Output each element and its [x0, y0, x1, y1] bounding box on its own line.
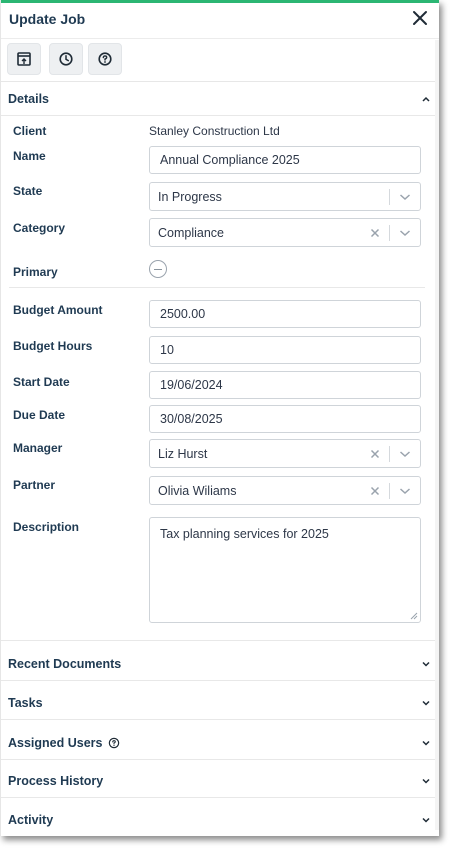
- divider: [1, 719, 439, 720]
- manager-select[interactable]: Liz Hurst: [149, 439, 421, 468]
- description-label: Description: [13, 520, 80, 534]
- chevron-down-icon: [422, 778, 430, 784]
- select-divider: [389, 483, 390, 499]
- panel-title: Update Job: [9, 11, 86, 27]
- divider: [1, 680, 439, 681]
- section-assigned-users-header[interactable]: Assigned Users: [1, 727, 439, 759]
- start-date-input[interactable]: 19/06/2024: [149, 371, 421, 399]
- client-value: Stanley Construction Ltd: [149, 124, 280, 138]
- clear-icon[interactable]: [370, 486, 380, 496]
- primary-label: Primary: [13, 265, 58, 279]
- section-recent-documents-title: Recent Documents: [8, 657, 122, 671]
- update-job-panel: Update Job Details Client Stanley Constr…: [0, 0, 439, 836]
- chevron-down-icon[interactable]: [399, 450, 411, 458]
- state-label: State: [13, 184, 43, 198]
- panel-header: Update Job: [1, 3, 439, 39]
- chevron-down-icon: [422, 661, 430, 667]
- divider: [9, 287, 425, 288]
- divider: [1, 640, 439, 641]
- select-divider: [389, 446, 390, 462]
- toolbar: [1, 39, 439, 82]
- select-divider: [389, 225, 390, 241]
- primary-toggle[interactable]: [149, 260, 167, 278]
- partner-label: Partner: [13, 478, 56, 492]
- section-activity-title: Activity: [8, 813, 54, 827]
- section-assigned-users-title: Assigned Users: [8, 736, 103, 750]
- section-recent-documents-header[interactable]: Recent Documents: [1, 648, 439, 680]
- manager-value: Liz Hurst: [158, 447, 208, 461]
- help-icon[interactable]: [108, 737, 120, 749]
- divider: [1, 115, 439, 116]
- chevron-down-icon[interactable]: [399, 487, 411, 495]
- section-details-header[interactable]: Details: [1, 83, 439, 115]
- open-external-button[interactable]: [7, 43, 41, 75]
- chevron-down-icon[interactable]: [399, 193, 411, 201]
- scrollbar[interactable]: [435, 40, 439, 830]
- state-select[interactable]: In Progress: [149, 182, 421, 211]
- partner-select[interactable]: Olivia Wiliams: [149, 476, 421, 505]
- select-divider: [389, 189, 390, 205]
- name-input[interactable]: Annual Compliance 2025: [149, 146, 421, 174]
- description-textarea[interactable]: Tax planning services for 2025: [149, 517, 421, 623]
- section-tasks-header[interactable]: Tasks: [1, 687, 439, 719]
- budget-hours-label: Budget Hours: [13, 339, 93, 353]
- partner-value: Olivia Wiliams: [158, 484, 237, 498]
- clear-icon[interactable]: [370, 228, 380, 238]
- section-tasks-title: Tasks: [8, 696, 43, 710]
- section-details-title: Details: [8, 92, 49, 106]
- section-process-history-header[interactable]: Process History: [1, 765, 439, 797]
- budget-amount-value: 2500.00: [160, 307, 206, 321]
- budget-hours-input[interactable]: 10: [149, 336, 421, 364]
- category-value: Compliance: [158, 226, 225, 240]
- divider: [1, 797, 439, 798]
- budget-amount-input[interactable]: 2500.00: [149, 300, 421, 328]
- name-value: Annual Compliance 2025: [160, 153, 300, 167]
- divider: [1, 759, 439, 760]
- help-button[interactable]: [88, 43, 122, 75]
- chevron-up-icon: [422, 96, 430, 102]
- client-label: Client: [13, 124, 47, 138]
- budget-hours-value: 10: [160, 343, 174, 357]
- chevron-down-icon: [422, 740, 430, 746]
- close-icon[interactable]: [411, 9, 429, 27]
- category-select[interactable]: Compliance: [149, 218, 421, 247]
- resize-handle-icon[interactable]: [410, 612, 418, 620]
- chevron-down-icon[interactable]: [399, 229, 411, 237]
- due-date-label: Due Date: [13, 408, 66, 422]
- chevron-down-icon: [422, 700, 430, 706]
- description-value: Tax planning services for 2025: [160, 527, 329, 541]
- budget-amount-label: Budget Amount: [13, 303, 103, 317]
- state-value: In Progress: [158, 190, 222, 204]
- help-icon: [98, 52, 112, 66]
- due-date-input[interactable]: 30/08/2025: [149, 405, 421, 433]
- section-activity-header[interactable]: Activity: [1, 804, 439, 836]
- clear-icon[interactable]: [370, 449, 380, 459]
- chevron-down-icon: [422, 817, 430, 823]
- start-date-value: 19/06/2024: [160, 378, 223, 392]
- history-button[interactable]: [49, 43, 83, 75]
- name-label: Name: [13, 149, 46, 163]
- section-process-history-title: Process History: [8, 774, 104, 788]
- clock-icon: [59, 52, 73, 66]
- start-date-label: Start Date: [13, 375, 70, 389]
- manager-label: Manager: [13, 441, 63, 455]
- category-label: Category: [13, 221, 66, 235]
- open-external-icon: [17, 52, 31, 66]
- due-date-value: 30/08/2025: [160, 412, 223, 426]
